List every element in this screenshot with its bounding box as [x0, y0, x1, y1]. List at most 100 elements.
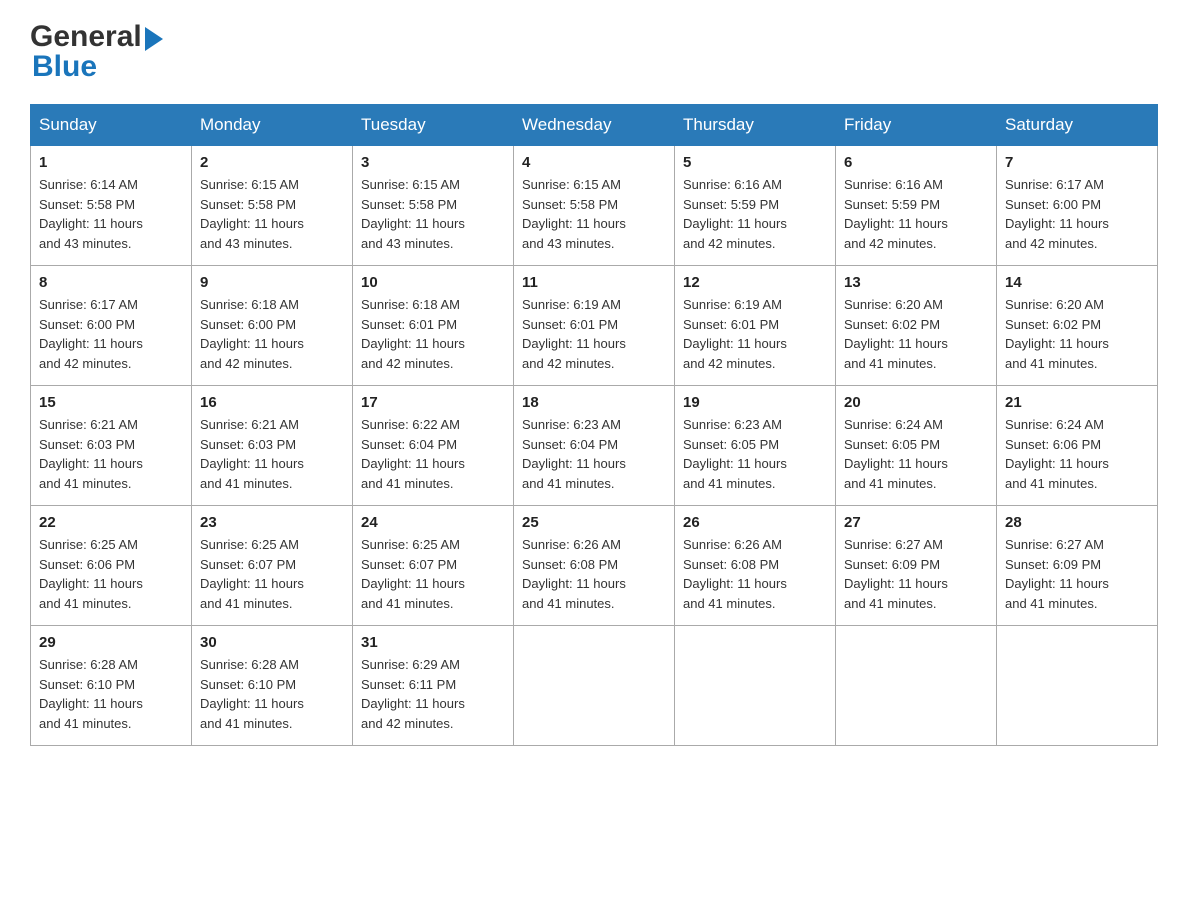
logo: General Blue: [30, 20, 163, 84]
day-number: 15: [39, 394, 183, 411]
day-cell-21: 21 Sunrise: 6:24 AMSunset: 6:06 PMDaylig…: [997, 386, 1158, 506]
day-number: 25: [522, 514, 666, 531]
day-cell-13: 13 Sunrise: 6:20 AMSunset: 6:02 PMDaylig…: [836, 266, 997, 386]
day-number: 16: [200, 394, 344, 411]
day-info: Sunrise: 6:16 AMSunset: 5:59 PMDaylight:…: [683, 175, 827, 253]
header-wednesday: Wednesday: [514, 105, 675, 146]
day-cell-4: 4 Sunrise: 6:15 AMSunset: 5:58 PMDayligh…: [514, 146, 675, 266]
day-cell-30: 30 Sunrise: 6:28 AMSunset: 6:10 PMDaylig…: [192, 626, 353, 746]
day-info: Sunrise: 6:26 AMSunset: 6:08 PMDaylight:…: [683, 535, 827, 613]
day-cell-17: 17 Sunrise: 6:22 AMSunset: 6:04 PMDaylig…: [353, 386, 514, 506]
calendar-table: SundayMondayTuesdayWednesdayThursdayFrid…: [30, 104, 1158, 746]
day-info: Sunrise: 6:21 AMSunset: 6:03 PMDaylight:…: [200, 415, 344, 493]
week-row-1: 1 Sunrise: 6:14 AMSunset: 5:58 PMDayligh…: [31, 146, 1158, 266]
day-info: Sunrise: 6:25 AMSunset: 6:06 PMDaylight:…: [39, 535, 183, 613]
header-saturday: Saturday: [997, 105, 1158, 146]
day-number: 14: [1005, 274, 1149, 291]
day-info: Sunrise: 6:26 AMSunset: 6:08 PMDaylight:…: [522, 535, 666, 613]
empty-cell-w4d4: [675, 626, 836, 746]
day-info: Sunrise: 6:23 AMSunset: 6:05 PMDaylight:…: [683, 415, 827, 493]
day-cell-2: 2 Sunrise: 6:15 AMSunset: 5:58 PMDayligh…: [192, 146, 353, 266]
day-cell-31: 31 Sunrise: 6:29 AMSunset: 6:11 PMDaylig…: [353, 626, 514, 746]
day-info: Sunrise: 6:19 AMSunset: 6:01 PMDaylight:…: [683, 295, 827, 373]
day-cell-11: 11 Sunrise: 6:19 AMSunset: 6:01 PMDaylig…: [514, 266, 675, 386]
week-row-3: 15 Sunrise: 6:21 AMSunset: 6:03 PMDaylig…: [31, 386, 1158, 506]
day-cell-1: 1 Sunrise: 6:14 AMSunset: 5:58 PMDayligh…: [31, 146, 192, 266]
day-cell-5: 5 Sunrise: 6:16 AMSunset: 5:59 PMDayligh…: [675, 146, 836, 266]
day-number: 12: [683, 274, 827, 291]
day-cell-20: 20 Sunrise: 6:24 AMSunset: 6:05 PMDaylig…: [836, 386, 997, 506]
empty-cell-w4d5: [836, 626, 997, 746]
day-info: Sunrise: 6:24 AMSunset: 6:05 PMDaylight:…: [844, 415, 988, 493]
day-cell-8: 8 Sunrise: 6:17 AMSunset: 6:00 PMDayligh…: [31, 266, 192, 386]
day-cell-22: 22 Sunrise: 6:25 AMSunset: 6:06 PMDaylig…: [31, 506, 192, 626]
week-row-4: 22 Sunrise: 6:25 AMSunset: 6:06 PMDaylig…: [31, 506, 1158, 626]
header-tuesday: Tuesday: [353, 105, 514, 146]
day-number: 24: [361, 514, 505, 531]
day-info: Sunrise: 6:20 AMSunset: 6:02 PMDaylight:…: [1005, 295, 1149, 373]
day-number: 27: [844, 514, 988, 531]
day-number: 5: [683, 154, 827, 171]
day-number: 21: [1005, 394, 1149, 411]
day-number: 13: [844, 274, 988, 291]
day-cell-6: 6 Sunrise: 6:16 AMSunset: 5:59 PMDayligh…: [836, 146, 997, 266]
day-number: 26: [683, 514, 827, 531]
day-number: 29: [39, 634, 183, 651]
day-number: 10: [361, 274, 505, 291]
day-cell-25: 25 Sunrise: 6:26 AMSunset: 6:08 PMDaylig…: [514, 506, 675, 626]
empty-cell-w4d6: [997, 626, 1158, 746]
day-info: Sunrise: 6:27 AMSunset: 6:09 PMDaylight:…: [1005, 535, 1149, 613]
day-number: 3: [361, 154, 505, 171]
day-number: 11: [522, 274, 666, 291]
calendar-header-row: SundayMondayTuesdayWednesdayThursdayFrid…: [31, 105, 1158, 146]
day-number: 6: [844, 154, 988, 171]
day-info: Sunrise: 6:22 AMSunset: 6:04 PMDaylight:…: [361, 415, 505, 493]
day-number: 31: [361, 634, 505, 651]
day-number: 22: [39, 514, 183, 531]
header-thursday: Thursday: [675, 105, 836, 146]
day-cell-9: 9 Sunrise: 6:18 AMSunset: 6:00 PMDayligh…: [192, 266, 353, 386]
day-cell-23: 23 Sunrise: 6:25 AMSunset: 6:07 PMDaylig…: [192, 506, 353, 626]
week-row-2: 8 Sunrise: 6:17 AMSunset: 6:00 PMDayligh…: [31, 266, 1158, 386]
page-header: General Blue: [30, 20, 1158, 84]
day-number: 2: [200, 154, 344, 171]
day-cell-27: 27 Sunrise: 6:27 AMSunset: 6:09 PMDaylig…: [836, 506, 997, 626]
day-cell-12: 12 Sunrise: 6:19 AMSunset: 6:01 PMDaylig…: [675, 266, 836, 386]
day-info: Sunrise: 6:27 AMSunset: 6:09 PMDaylight:…: [844, 535, 988, 613]
day-info: Sunrise: 6:16 AMSunset: 5:59 PMDaylight:…: [844, 175, 988, 253]
day-number: 1: [39, 154, 183, 171]
day-cell-10: 10 Sunrise: 6:18 AMSunset: 6:01 PMDaylig…: [353, 266, 514, 386]
day-info: Sunrise: 6:18 AMSunset: 6:01 PMDaylight:…: [361, 295, 505, 373]
header-monday: Monday: [192, 105, 353, 146]
logo-general-text: General: [30, 20, 163, 54]
day-info: Sunrise: 6:14 AMSunset: 5:58 PMDaylight:…: [39, 175, 183, 253]
week-row-5: 29 Sunrise: 6:28 AMSunset: 6:10 PMDaylig…: [31, 626, 1158, 746]
day-cell-7: 7 Sunrise: 6:17 AMSunset: 6:00 PMDayligh…: [997, 146, 1158, 266]
day-cell-18: 18 Sunrise: 6:23 AMSunset: 6:04 PMDaylig…: [514, 386, 675, 506]
day-info: Sunrise: 6:19 AMSunset: 6:01 PMDaylight:…: [522, 295, 666, 373]
day-info: Sunrise: 6:25 AMSunset: 6:07 PMDaylight:…: [200, 535, 344, 613]
day-info: Sunrise: 6:17 AMSunset: 6:00 PMDaylight:…: [1005, 175, 1149, 253]
day-number: 23: [200, 514, 344, 531]
day-number: 18: [522, 394, 666, 411]
day-number: 8: [39, 274, 183, 291]
day-cell-29: 29 Sunrise: 6:28 AMSunset: 6:10 PMDaylig…: [31, 626, 192, 746]
day-info: Sunrise: 6:23 AMSunset: 6:04 PMDaylight:…: [522, 415, 666, 493]
day-cell-26: 26 Sunrise: 6:26 AMSunset: 6:08 PMDaylig…: [675, 506, 836, 626]
day-info: Sunrise: 6:24 AMSunset: 6:06 PMDaylight:…: [1005, 415, 1149, 493]
day-cell-28: 28 Sunrise: 6:27 AMSunset: 6:09 PMDaylig…: [997, 506, 1158, 626]
day-cell-19: 19 Sunrise: 6:23 AMSunset: 6:05 PMDaylig…: [675, 386, 836, 506]
day-info: Sunrise: 6:15 AMSunset: 5:58 PMDaylight:…: [522, 175, 666, 253]
day-info: Sunrise: 6:28 AMSunset: 6:10 PMDaylight:…: [39, 655, 183, 733]
day-info: Sunrise: 6:15 AMSunset: 5:58 PMDaylight:…: [200, 175, 344, 253]
day-info: Sunrise: 6:29 AMSunset: 6:11 PMDaylight:…: [361, 655, 505, 733]
day-number: 20: [844, 394, 988, 411]
day-info: Sunrise: 6:25 AMSunset: 6:07 PMDaylight:…: [361, 535, 505, 613]
empty-cell-w4d3: [514, 626, 675, 746]
header-sunday: Sunday: [31, 105, 192, 146]
general-label: General: [30, 20, 142, 54]
day-info: Sunrise: 6:15 AMSunset: 5:58 PMDaylight:…: [361, 175, 505, 253]
day-info: Sunrise: 6:17 AMSunset: 6:00 PMDaylight:…: [39, 295, 183, 373]
day-number: 28: [1005, 514, 1149, 531]
logo-blue-label: Blue: [30, 50, 163, 84]
